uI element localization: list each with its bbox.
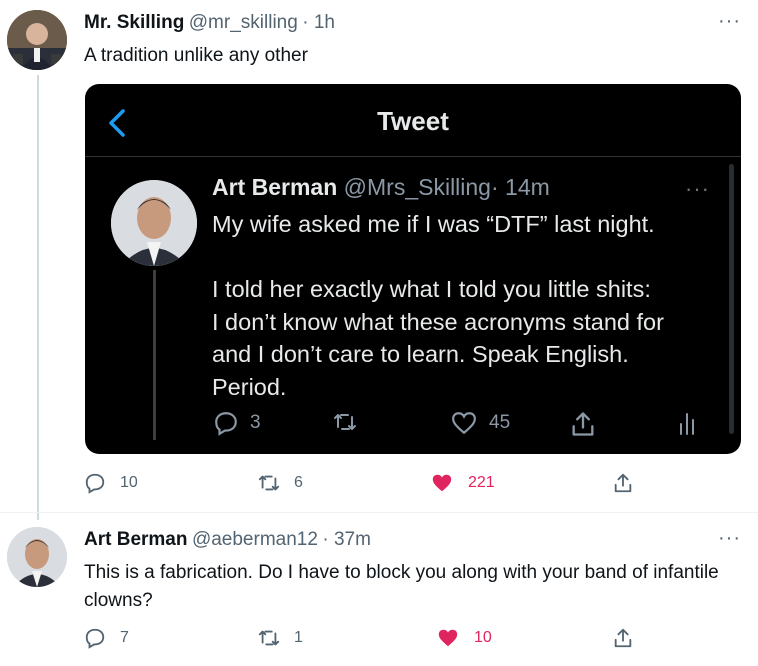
retweet-button[interactable]: 1	[256, 627, 303, 649]
avatar[interactable]	[7, 527, 67, 587]
tweet-header: Mr. Skilling @mr_skilling · 1h	[84, 12, 335, 34]
reply-count: 7	[120, 629, 129, 646]
author-name[interactable]: Art Berman	[84, 529, 187, 550]
embedded-more-icon: ···	[685, 176, 710, 201]
header-divider	[85, 156, 741, 157]
share-icon	[614, 628, 632, 648]
embedded-share	[569, 410, 597, 438]
analytics-icon	[680, 413, 694, 435]
embedded-thread-line	[153, 270, 156, 440]
embedded-header: Art Berman @Mrs_Skilling· 14m	[212, 174, 550, 201]
embedded-text-line: and I don’t care to learn. Speak English…	[212, 341, 629, 367]
share-button[interactable]	[612, 626, 634, 650]
reply-button[interactable]: 7	[84, 627, 129, 649]
thread-line	[37, 75, 39, 520]
retweet-icon	[258, 630, 280, 646]
more-options-icon[interactable]: ···	[718, 10, 741, 33]
like-count: 221	[468, 474, 495, 491]
embedded-tweet-text: My wife asked me if I was “DTF” last nig…	[212, 208, 732, 403]
author-handle[interactable]: @mr_skilling	[189, 12, 298, 33]
screen-title: Tweet	[377, 106, 449, 136]
embedded-image[interactable]: Tweet Art Berman @Mrs_Skilling· 14m ··· …	[85, 84, 741, 454]
embedded-like-count: 45	[489, 412, 511, 433]
reply-icon	[215, 412, 237, 436]
like-count: 10	[474, 629, 492, 646]
reply-button[interactable]: 10	[84, 472, 138, 494]
like-button[interactable]: 221	[430, 472, 495, 494]
embedded-reply-count: 3	[250, 412, 261, 433]
share-button[interactable]	[612, 471, 634, 495]
embedded-retweet	[329, 410, 361, 434]
embedded-text-line: Period.	[212, 373, 287, 400]
retweet-icon	[258, 475, 280, 491]
avatar[interactable]	[7, 10, 67, 70]
retweet-button[interactable]: 6	[256, 472, 303, 494]
timestamp[interactable]: · 37m	[322, 529, 371, 550]
embedded-like: 45	[449, 410, 510, 436]
reply-icon	[85, 628, 105, 649]
tweet-divider	[0, 512, 758, 513]
retweet-count: 6	[294, 474, 303, 491]
share-icon	[614, 473, 632, 493]
embedded-text-line: I told her exactly what I told you littl…	[212, 276, 651, 302]
tweet-text-line: clowns?	[84, 590, 153, 611]
timestamp[interactable]: · 1h	[302, 12, 335, 33]
embedded-timestamp: · 14m	[490, 174, 550, 200]
tweet-header: Art Berman @aeberman12 · 37m	[84, 529, 371, 551]
tweet-text-line: This is a fabrication. Do I have to bloc…	[84, 562, 719, 583]
embedded-analytics	[677, 410, 697, 436]
embedded-author-handle: @Mrs_Skilling	[343, 174, 491, 200]
reply-icon	[85, 473, 105, 494]
retweet-count: 1	[294, 629, 303, 646]
embedded-text-line: I don’t know what these acronyms stand f…	[212, 308, 664, 335]
heart-filled-icon	[438, 629, 458, 647]
like-button[interactable]: 10	[436, 627, 492, 649]
embedded-text-line: My wife asked me if I was “DTF” last nig…	[212, 211, 655, 237]
retweet-icon	[334, 414, 356, 430]
more-options-icon[interactable]: ···	[718, 527, 741, 550]
author-handle[interactable]: @aeberman12	[192, 529, 318, 550]
tweet-text: This is a fabrication. Do I have to bloc…	[84, 559, 754, 615]
share-icon	[572, 412, 594, 436]
author-name[interactable]: Mr. Skilling	[84, 12, 184, 33]
embedded-avatar	[111, 180, 197, 266]
embedded-reply: 3	[212, 410, 261, 436]
embedded-author-name: Art Berman	[212, 174, 338, 200]
tweet-text: A tradition unlike any other	[84, 45, 308, 66]
heart-icon	[452, 412, 476, 435]
reply-count: 10	[120, 474, 138, 491]
heart-filled-icon	[432, 474, 452, 492]
